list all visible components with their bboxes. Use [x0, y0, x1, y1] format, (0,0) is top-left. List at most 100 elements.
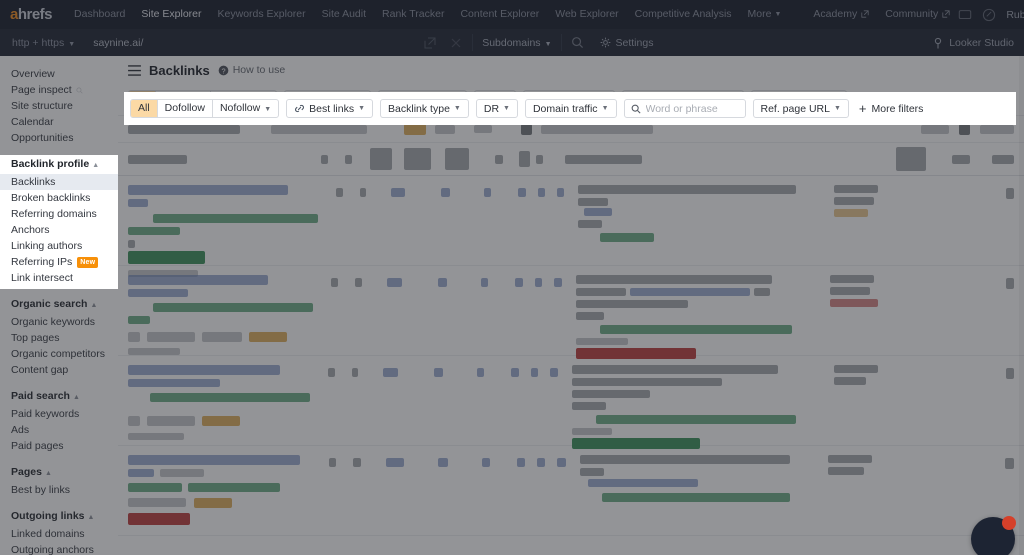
- sidebar-item-linking-authors[interactable]: Linking authors: [0, 238, 118, 254]
- row-page-url[interactable]: [128, 469, 154, 477]
- column-header-action[interactable]: [991, 154, 1014, 164]
- nav-item-web-explorer[interactable]: Web Explorer: [547, 0, 626, 29]
- hamburger-icon[interactable]: [128, 64, 141, 76]
- table-toolbar-dropdown[interactable]: [271, 124, 367, 134]
- row-target-url[interactable]: [595, 415, 796, 424]
- row-page-url[interactable]: [128, 289, 188, 297]
- sidebar-group-pages[interactable]: Pages ▲: [0, 464, 118, 482]
- table-row[interactable]: [118, 176, 1024, 277]
- sidebar-group-outgoing-links[interactable]: Outgoing links ▲: [0, 508, 118, 526]
- row-action-icon[interactable]: [1006, 188, 1015, 199]
- filter-domain-traffic[interactable]: Domain traffic ▼: [522, 90, 615, 109]
- row-target-url[interactable]: [599, 325, 792, 334]
- export-control[interactable]: [921, 124, 949, 134]
- row-anchor-link[interactable]: [629, 288, 750, 296]
- sidebar-item-organic-keywords[interactable]: Organic keywords: [0, 314, 118, 330]
- table-toolbar-extra[interactable]: [541, 124, 653, 134]
- nav-item-rank-tracker[interactable]: Rank Tracker: [374, 0, 452, 29]
- settings-button[interactable]: Settings: [600, 37, 653, 49]
- row-anchor-link[interactable]: [584, 208, 613, 216]
- more-filters-button[interactable]: + More filters: [857, 93, 922, 106]
- sidebar-item-page-inspect[interactable]: Page inspect: [0, 82, 118, 98]
- nav-item-content-explorer[interactable]: Content Explorer: [452, 0, 547, 29]
- row-page-title[interactable]: [128, 275, 268, 285]
- filter-backlink-type[interactable]: Backlink type ▼: [378, 90, 467, 109]
- table-row[interactable]: [118, 356, 1024, 449]
- nav-item-keywords-explorer[interactable]: Keywords Explorer: [210, 0, 314, 29]
- sidebar-item-anchors[interactable]: Anchors: [0, 222, 118, 238]
- row-page-url[interactable]: [128, 379, 220, 387]
- filter-dr[interactable]: DR ▼: [473, 90, 516, 109]
- sidebar-item-referring-ips[interactable]: Referring IPs New: [0, 254, 118, 270]
- nav-item-more[interactable]: More ▼: [740, 0, 790, 30]
- sidebar-item-overview[interactable]: Overview: [0, 66, 118, 82]
- external-link-icon[interactable]: [423, 36, 437, 50]
- search-input[interactable]: [643, 93, 737, 106]
- column-header-5[interactable]: [445, 148, 469, 170]
- column-header-anchor-target[interactable]: [565, 154, 642, 164]
- column-header-2[interactable]: [345, 154, 353, 164]
- table-toolbar-toggle-c[interactable]: [474, 125, 492, 133]
- sidebar-item-site-structure[interactable]: Site structure: [0, 98, 118, 114]
- sidebar-item-broken-backlinks[interactable]: Broken backlinks: [0, 190, 118, 206]
- sidebar-item-referring-domains[interactable]: Referring domains: [0, 206, 118, 222]
- nav-item-site-explorer[interactable]: Site Explorer: [133, 0, 209, 29]
- sidebar-item-calendar[interactable]: Calendar: [0, 114, 118, 130]
- sidebar-item-best-by-links[interactable]: Best by links: [0, 482, 118, 498]
- sidebar-group-backlink-profile[interactable]: Backlink profile ▲: [0, 156, 118, 174]
- user-menu[interactable]: Ruben Bilbulyan`...: [1006, 9, 1024, 21]
- row-page-title[interactable]: [128, 185, 288, 195]
- scope-selector[interactable]: Subdomains ▼: [482, 37, 551, 49]
- ahrefs-logo[interactable]: ahrefs: [0, 6, 66, 23]
- sidebar-item-organic-competitors[interactable]: Organic competitors: [0, 346, 118, 362]
- how-to-use-link[interactable]: ? How to use: [218, 64, 285, 76]
- nav-item-dashboard[interactable]: Dashboard: [66, 0, 133, 29]
- table-toolbar-toggle-b[interactable]: [435, 124, 455, 134]
- column-header-7[interactable]: [518, 151, 531, 167]
- column-header-last-check[interactable]: [952, 154, 970, 164]
- column-header-1[interactable]: [321, 154, 329, 164]
- target-url-input[interactable]: saynine.ai/: [83, 37, 143, 49]
- sidebar-group-organic-search[interactable]: Organic search ▲: [0, 296, 118, 314]
- sidebar-item-outgoing-anchors[interactable]: Outgoing anchors: [0, 542, 118, 555]
- sidebar-item-paid-pages[interactable]: Paid pages: [0, 438, 118, 454]
- table-row[interactable]: [118, 266, 1024, 359]
- search-icon[interactable]: [571, 36, 584, 49]
- chat-widget-button[interactable]: [971, 516, 1016, 555]
- row-anchor-link[interactable]: [587, 479, 698, 487]
- nav-item-site-audit[interactable]: Site Audit: [314, 0, 374, 29]
- sidebar-item-paid-keywords[interactable]: Paid keywords: [0, 406, 118, 422]
- table-row[interactable]: [118, 446, 1024, 536]
- row-action-icon[interactable]: [1005, 278, 1015, 289]
- row-action-icon[interactable]: [1005, 368, 1014, 379]
- row-page-title[interactable]: [128, 455, 300, 465]
- column-header-ref-page[interactable]: [128, 154, 188, 164]
- filter-dofollow[interactable]: Dofollow: [154, 91, 210, 108]
- column-header-first-seen[interactable]: [895, 147, 927, 171]
- row-target-url[interactable]: [600, 233, 655, 242]
- column-header-6[interactable]: [494, 154, 503, 164]
- sidebar-item-backlinks[interactable]: Backlinks: [0, 174, 118, 190]
- close-icon[interactable]: [449, 36, 463, 50]
- filter-nofollow[interactable]: Nofollow ▼: [209, 91, 276, 108]
- nav-item-academy[interactable]: Academy: [805, 0, 877, 29]
- table-toolbar-icon[interactable]: [521, 123, 532, 135]
- column-header-3[interactable]: [370, 148, 392, 170]
- row-page-title[interactable]: [128, 365, 280, 375]
- sidebar-item-opportunities[interactable]: Opportunities: [0, 130, 118, 146]
- filter-best-links[interactable]: Best links ▼: [284, 90, 372, 109]
- nav-item-community[interactable]: Community: [877, 0, 958, 29]
- row-page-url[interactable]: [128, 199, 148, 207]
- sidebar-group-paid-search[interactable]: Paid search ▲: [0, 388, 118, 406]
- sidebar-item-linked-domains[interactable]: Linked domains: [0, 526, 118, 542]
- row-action-icon[interactable]: [1004, 458, 1014, 469]
- sidebar-item-top-pages[interactable]: Top pages: [0, 330, 118, 346]
- table-toolbar-toggle-active[interactable]: [404, 123, 426, 135]
- sidebar-item-ads[interactable]: Ads: [0, 422, 118, 438]
- column-header-4[interactable]: [403, 148, 431, 170]
- export-label[interactable]: [980, 124, 1014, 134]
- looker-studio-button[interactable]: Looker Studio: [934, 37, 1024, 49]
- help-icon[interactable]: [982, 8, 996, 22]
- column-header-8[interactable]: [536, 154, 544, 164]
- vertical-scrollbar[interactable]: [1019, 56, 1024, 555]
